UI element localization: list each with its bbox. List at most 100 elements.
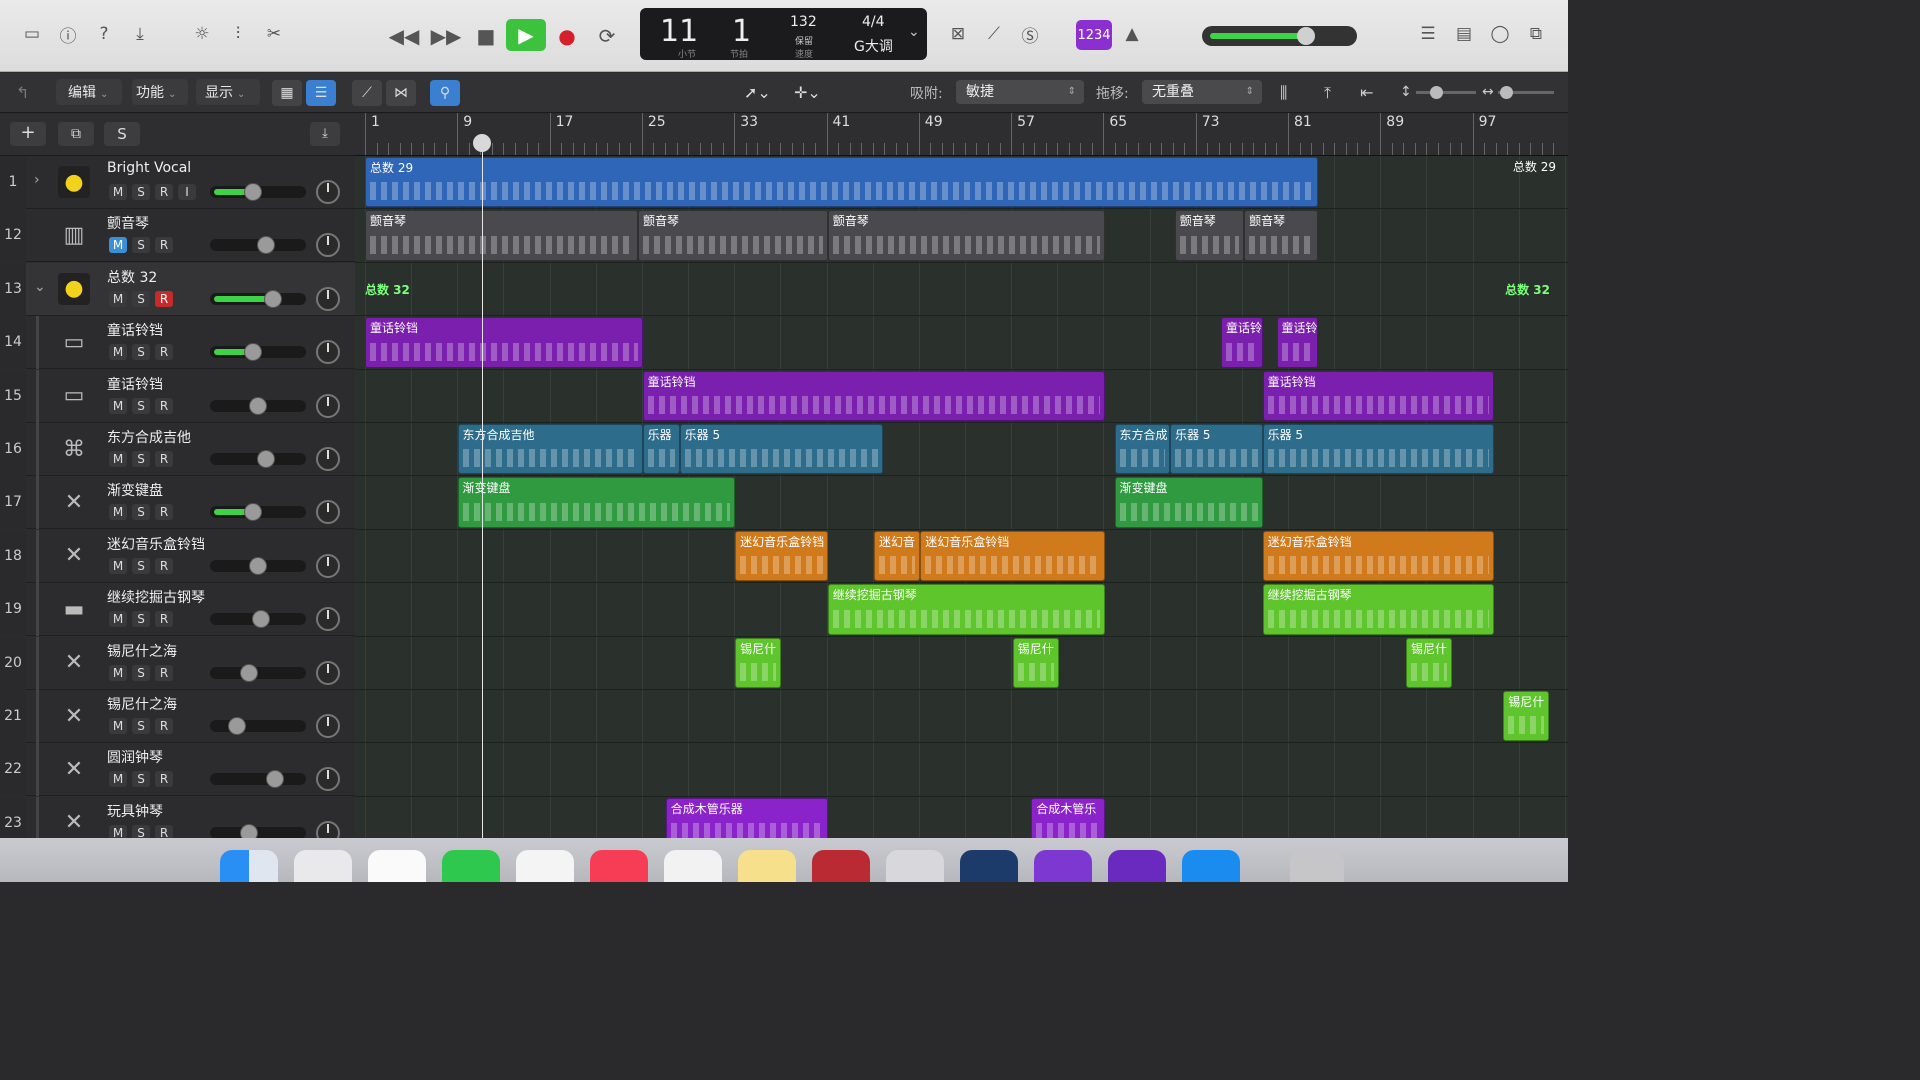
grid-view-icon[interactable]: ▦ [272,80,302,106]
waveform-zoom-icon[interactable]: ⫼ [1280,83,1287,103]
record-enable-button[interactable]: R [155,237,173,254]
region[interactable]: 渐变键盘 [457,477,736,528]
record-enable-button[interactable]: R [155,344,173,361]
trash-icon[interactable] [1290,850,1344,882]
record-enable-button[interactable]: R [155,557,173,574]
track-header[interactable]: 15 ▭ 童话铃铛 M S R [0,369,355,423]
pan-knob[interactable] [316,500,340,525]
mute-button[interactable]: M [109,397,127,414]
solo-button[interactable]: S [132,718,150,734]
lcd-display[interactable]: 11 1 小节 节拍 132 保留 速度 4/4 G大调 ⌄ [640,8,927,60]
track-name[interactable]: 渐变键盘 [107,480,163,500]
region[interactable]: 颤音琴 [1174,210,1245,261]
maps-icon[interactable] [516,850,574,882]
region[interactable]: 东方合成 [1114,424,1171,475]
record-enable-button[interactable]: R [155,771,173,788]
metronome-icon[interactable]: ▲ [1118,20,1146,48]
rewind-icon[interactable]: ◀◀ [389,22,420,50]
horizontal-zoom-knob[interactable] [1500,86,1513,99]
snap-select[interactable]: 敏捷 ⇕ [956,80,1084,104]
finder-icon[interactable] [220,850,278,882]
record-enable-button[interactable]: R [155,451,173,467]
volume-fader[interactable] [210,610,306,629]
photos-icon[interactable] [664,850,722,882]
volume-knob[interactable] [256,450,275,468]
region[interactable]: 颤音琴 [827,210,1106,261]
mute-button[interactable]: M [109,504,127,521]
dictionary-icon[interactable] [812,850,870,882]
list-editors-icon[interactable]: ☰ [1414,20,1442,48]
solo-button[interactable]: S [132,451,150,467]
pan-knob[interactable] [316,714,340,738]
volume-fader[interactable] [210,450,306,468]
volume-knob[interactable] [266,770,285,789]
secondary-tool-icon[interactable]: ✛⌄ [794,83,821,102]
region[interactable]: 继续挖掘古钢琴 [1262,584,1494,635]
solo-button[interactable]: S [132,557,150,574]
volume-fader[interactable] [210,503,306,522]
region[interactable]: 合成木管乐器 [665,797,828,838]
vertical-fit-icon[interactable]: ⤒ [1324,83,1331,103]
fast-forward-icon[interactable]: ▶▶ [431,22,462,50]
volume-fader[interactable] [210,343,306,362]
track-header[interactable]: 18 ✕ 迷幻音乐盒铃铛 M S R [0,529,355,583]
region[interactable]: 锡尼什 [1406,637,1453,688]
track-name[interactable]: 玩具钟琴 [107,801,163,821]
volume-fader[interactable] [210,823,306,842]
record-enable-button[interactable]: R [155,397,173,414]
region[interactable]: 童话铃铛 [1262,370,1494,421]
notes-icon[interactable] [738,850,796,882]
playhead[interactable] [482,136,483,838]
mute-button[interactable]: M [109,290,127,307]
region[interactable]: 锡尼什 [1503,691,1550,742]
collapse-icon[interactable]: ⤓ [310,122,340,146]
pan-knob[interactable] [316,660,340,685]
region[interactable]: 乐器 5 [1170,424,1263,475]
help-icon[interactable]: ? [90,20,118,48]
region[interactable]: 童话铃铛 [642,370,1106,421]
region[interactable]: 迷幻音乐盒铃铛 [1262,530,1494,582]
track-name[interactable]: 锡尼什之海 [107,641,177,661]
bar-ruler[interactable]: 1 9 17 25 33 41 49 57 65 73 81 89 97 [355,113,1568,156]
mute-button[interactable]: M [109,611,127,628]
solo-button[interactable]: S [132,344,150,361]
replace-icon[interactable]: ⊠ [944,20,972,48]
region[interactable]: 东方合成吉他 [457,424,643,475]
flex-icon[interactable]: ⋈ [386,80,416,106]
playhead-handle[interactable] [473,134,491,152]
record-enable-button[interactable]: R [155,184,173,200]
region[interactable]: 锡尼什 [1012,637,1060,688]
vertical-zoom-slider[interactable] [1416,86,1476,99]
solo-button[interactable]: S [132,664,150,681]
pointer-tool-icon[interactable]: ➚⌄ [744,83,771,102]
browser-icon[interactable]: ⧉ [1522,20,1550,48]
mute-button[interactable]: M [109,771,127,788]
mute-button[interactable]: M [109,237,127,254]
region[interactable]: 童话铃铛 [365,317,643,368]
track-header[interactable]: 14 ▭ 童话铃铛 M S R [0,316,355,370]
volume-fader[interactable] [210,556,306,575]
track-header[interactable]: 12 ▥ 颤音琴 M S R [0,209,355,263]
solo-button[interactable]: S [132,771,150,788]
track-name[interactable]: 总数 32 [107,267,157,287]
region[interactable]: 继续挖掘古钢琴 [827,584,1106,635]
volume-fader[interactable] [210,289,306,308]
volume-knob[interactable] [240,663,259,682]
volume-knob[interactable] [252,610,270,629]
region[interactable]: 乐器 5 [679,424,884,475]
input-monitor-button[interactable]: I [178,184,196,200]
library-icon[interactable]: ▭ [18,20,46,48]
volume-knob[interactable] [228,717,246,735]
track-name[interactable]: 童话铃铛 [107,374,163,394]
solo-button[interactable]: S [132,504,150,521]
volume-knob[interactable] [244,503,263,522]
region[interactable]: 总数 29 [365,157,1319,208]
track-header[interactable]: 20 ✕ 锡尼什之海 M S R [0,636,355,690]
region[interactable]: 颤音琴 [637,210,828,261]
back-icon[interactable]: ↰ [16,83,29,102]
record-enable-button[interactable]: R [155,504,173,521]
duplicate-track-icon[interactable]: ⧉ [58,122,94,146]
notepad-icon[interactable]: ▤ [1450,20,1478,48]
solo-button[interactable]: S [132,184,150,200]
volume-fader[interactable] [210,663,306,682]
